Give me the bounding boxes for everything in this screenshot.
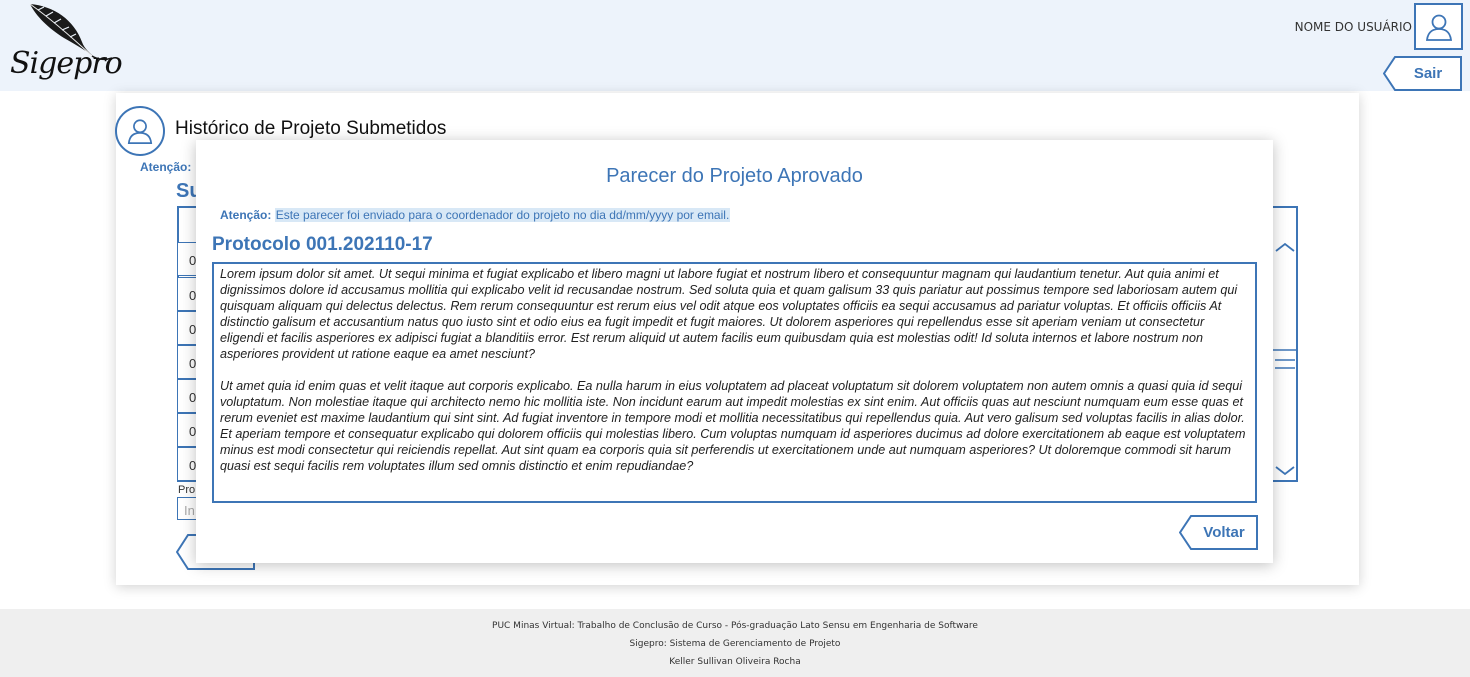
user-avatar-button[interactable] (1414, 3, 1463, 50)
modal-attention-label: Atenção: (220, 208, 272, 222)
modal-attention: Atenção: Este parecer foi enviado para o… (220, 208, 731, 222)
page-title: Histórico de Projeto Submetidos (175, 118, 447, 139)
opinion-paragraph: Ut amet quia id enim quas et velit itaqu… (220, 379, 1246, 473)
user-name: NOME DO USUÁRIO (1294, 20, 1412, 34)
card-avatar (115, 106, 165, 156)
modal-title: Parecer do Projeto Aprovado (606, 165, 863, 187)
user-avatar-icon (127, 119, 153, 144)
chevron-down-icon[interactable] (1273, 464, 1297, 478)
table-scrollbar[interactable] (1272, 208, 1297, 480)
footer: PUC Minas Virtual: Trabalho de Conclusão… (0, 609, 1470, 677)
logo-text: Sigepro (10, 46, 123, 81)
chevron-up-icon[interactable] (1273, 240, 1297, 254)
scroll-thumb-icon[interactable] (1273, 348, 1297, 374)
protocol-number: Protocolo 001.202110-17 (212, 234, 433, 255)
logout-button[interactable]: Sair (1383, 56, 1463, 91)
search-label: Pro (178, 484, 196, 496)
sigepro-logo[interactable]: Sigepro (4, 2, 123, 88)
top-bar: Sigepro NOME DO USUÁRIO Sair (0, 0, 1470, 91)
attention-label: Atenção: (140, 160, 192, 174)
footer-line-system: Sigepro: Sistema de Gerenciamento de Pro… (629, 639, 841, 649)
opinion-textarea[interactable]: Lorem ipsum dolor sit amet. Ut sequi min… (212, 262, 1257, 503)
footer-line-course: PUC Minas Virtual: Trabalho de Conclusão… (492, 621, 978, 631)
voltar-label: Voltar (1203, 524, 1245, 541)
voltar-button[interactable]: Voltar (1179, 515, 1259, 550)
modal-attention-text: Este parecer foi enviado para o coordena… (274, 208, 731, 222)
footer-line-author: Keller Sullivan Oliveira Rocha (669, 657, 801, 667)
user-avatar-icon (1425, 14, 1452, 41)
logout-label: Sair (1413, 65, 1443, 82)
opinion-paragraph: Lorem ipsum dolor sit amet. Ut sequi min… (220, 267, 1238, 361)
